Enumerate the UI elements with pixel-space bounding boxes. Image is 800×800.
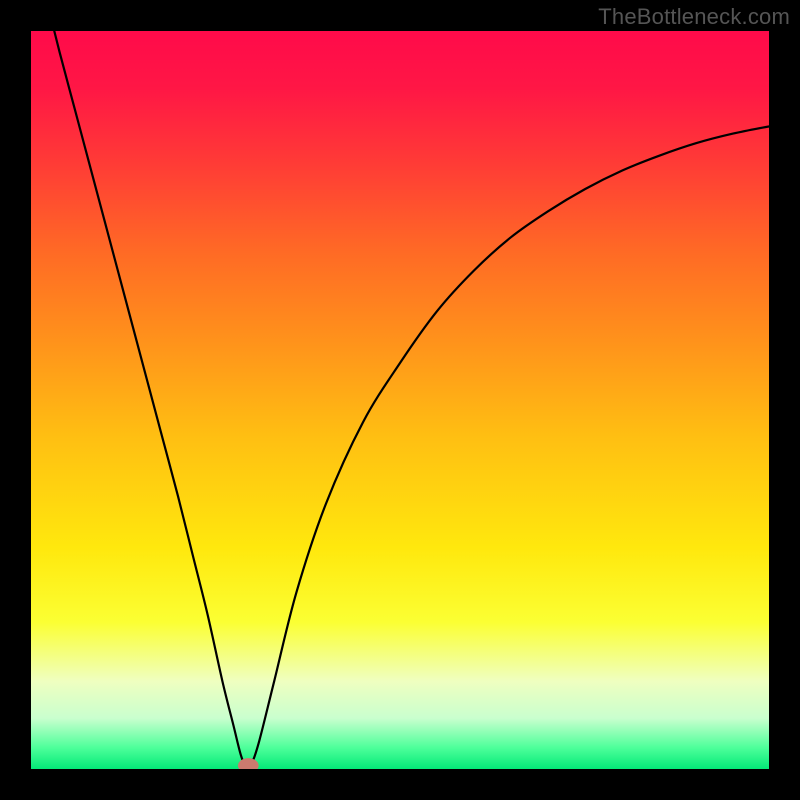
chart-frame: TheBottleneck.com bbox=[0, 0, 800, 800]
watermark-label: TheBottleneck.com bbox=[598, 4, 790, 30]
plot-background bbox=[30, 30, 770, 770]
bottleneck-chart bbox=[0, 0, 800, 800]
